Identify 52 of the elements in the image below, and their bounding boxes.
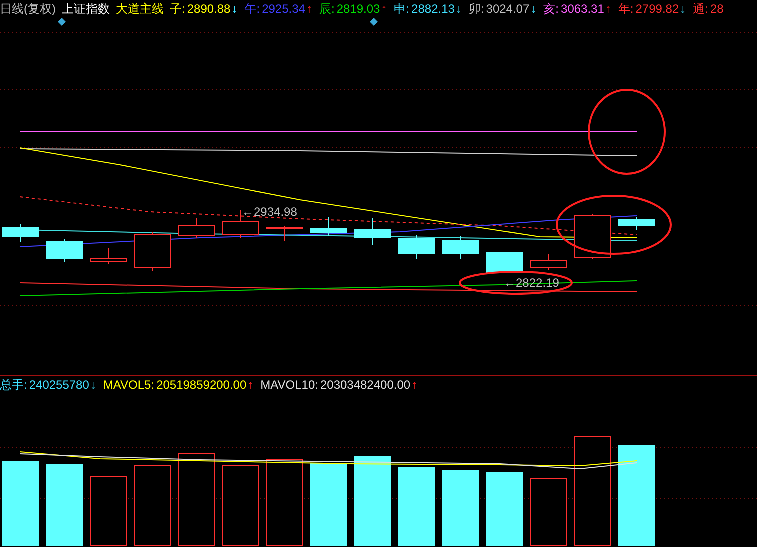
indicator-value: 28 bbox=[710, 0, 724, 18]
diamond-marker-icon bbox=[58, 18, 66, 26]
candlestick bbox=[46, 238, 84, 262]
candlestick bbox=[178, 218, 216, 238]
candlestick bbox=[90, 248, 128, 264]
candlestick bbox=[398, 234, 436, 260]
indicator-value: 3063.31 bbox=[561, 0, 604, 18]
trend-arrow: ↑ bbox=[381, 0, 388, 18]
candlestick bbox=[530, 254, 568, 270]
indicator-label: 年: bbox=[618, 0, 634, 18]
trend-arrow: ↑ bbox=[306, 0, 312, 18]
indicator-label: MAVOL5: bbox=[103, 377, 155, 394]
trend-arrow: ↓ bbox=[530, 0, 537, 18]
indicator-label: 通: bbox=[693, 0, 708, 18]
trend-arrow: ↓ bbox=[90, 377, 96, 394]
indicator-value: 2882.13 bbox=[412, 0, 455, 18]
indicator-label: 总手: bbox=[0, 377, 28, 394]
symbol-label: 上证指数 bbox=[62, 0, 110, 18]
indicator-value: 240255780 bbox=[29, 377, 90, 394]
indicator-label: 申: bbox=[394, 0, 410, 18]
candlestick bbox=[2, 224, 40, 242]
indicator-value: 2819.03 bbox=[336, 0, 380, 18]
candlestick bbox=[310, 216, 348, 236]
candlestick bbox=[134, 232, 172, 272]
indicator-value: 20303482400.00 bbox=[320, 377, 411, 394]
high-price-label: ←2934.98 bbox=[242, 204, 298, 221]
indicator-label: MAVOL10: bbox=[260, 377, 318, 394]
indicator-value: 2925.34 bbox=[262, 0, 306, 18]
indicator-name: 大道主线 bbox=[116, 0, 164, 18]
diamond-marker-icon bbox=[370, 18, 378, 26]
trend-arrow: ↓ bbox=[456, 0, 462, 18]
trend-arrow: ↑ bbox=[412, 377, 418, 394]
period-label: 日线(复权) bbox=[0, 0, 56, 18]
indicator-value: 3024.07 bbox=[486, 0, 530, 18]
indicator-label: 午: bbox=[244, 0, 260, 18]
indicator-value: 2799.82 bbox=[636, 0, 680, 18]
candlestick bbox=[266, 226, 304, 242]
trend-arrow: ↑ bbox=[248, 377, 254, 394]
indicator-value: 2890.88 bbox=[187, 0, 231, 18]
candlestick bbox=[618, 216, 656, 230]
candlestick bbox=[486, 252, 524, 274]
candlestick bbox=[354, 218, 392, 246]
indicator-value: 20519859200.00 bbox=[156, 377, 247, 394]
trend-arrow: ↓ bbox=[232, 0, 238, 18]
indicator-label: 辰: bbox=[319, 0, 335, 18]
indicator-label: 亥: bbox=[544, 0, 560, 18]
indicator-label: 卯: bbox=[468, 0, 484, 18]
candlestick bbox=[442, 236, 480, 260]
indicator-label: 子: bbox=[170, 0, 186, 18]
trend-arrow: ↑ bbox=[605, 0, 612, 18]
candlestick bbox=[574, 214, 612, 260]
trend-arrow: ↓ bbox=[680, 0, 686, 18]
